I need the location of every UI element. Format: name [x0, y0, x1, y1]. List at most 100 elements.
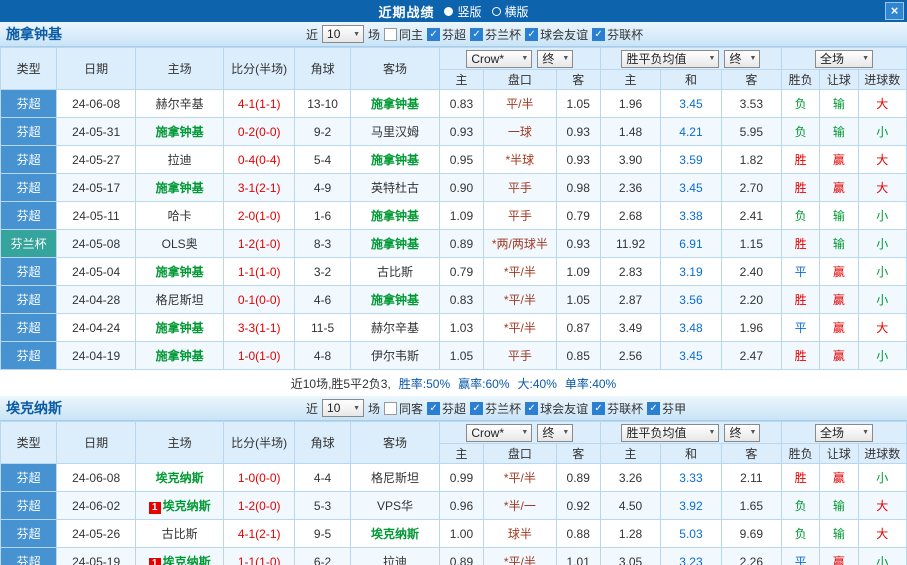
same-venue-checkbox[interactable]: 同主	[384, 26, 423, 43]
cell-date: 24-06-02	[57, 492, 136, 520]
red-card-badge: 1	[149, 558, 161, 565]
cell-score: 4-1(2-1)	[224, 520, 294, 548]
league-filter-checkbox[interactable]: ✓球会友谊	[525, 26, 588, 43]
cell-score: 4-1(1-1)	[224, 90, 294, 118]
league-filter-checkbox[interactable]: ✓芬超	[427, 26, 466, 43]
near-label: 近	[306, 400, 318, 417]
cell-avg-away: 2.40	[721, 258, 781, 286]
scope-select[interactable]: 全场▼	[815, 424, 873, 442]
cell-avg-home: 2.83	[600, 258, 660, 286]
cell-avg-home: 2.56	[600, 342, 660, 370]
chevron-down-icon: ▼	[353, 405, 360, 412]
avg-odds-select[interactable]: 胜平负均值▼	[621, 50, 719, 68]
same-venue-checkbox[interactable]: 同客	[384, 400, 423, 417]
odds-time-select[interactable]: 终▼	[537, 50, 573, 68]
team-name: 哈卡	[168, 209, 192, 223]
league-filter-checkbox[interactable]: ✓芬联杯	[592, 26, 643, 43]
bookmaker-select[interactable]: Crow*▼	[466, 50, 532, 68]
league-filter-checkbox[interactable]: ✓球会友谊	[525, 400, 588, 417]
cell-score: 0-2(0-0)	[224, 118, 294, 146]
col-goals: 进球数	[858, 444, 906, 464]
cell-odds-away: 0.79	[556, 202, 600, 230]
cell-league: 芬超	[1, 258, 57, 286]
close-button[interactable]: ×	[885, 2, 904, 20]
cell-score: 1-0(1-0)	[224, 342, 294, 370]
cell-handicap: *平/半	[484, 548, 556, 565]
cell-odds-away: 0.87	[556, 314, 600, 342]
layout-radio-vertical[interactable]: 竖版	[444, 3, 481, 20]
avg-odds-select[interactable]: 胜平负均值▼	[621, 424, 719, 442]
league-filters: ✓芬超✓芬兰杯✓球会友谊✓芬联杯	[427, 26, 643, 43]
team-name: 施拿钟基	[371, 97, 419, 111]
team1-title: 施拿钟基	[6, 24, 306, 44]
summary-single-rate: 单率:40%	[565, 375, 616, 392]
matches-table-team1: 类型 日期 主场 比分(半场) 角球 客场 Crow*▼ 终▼ 胜平负均值▼ 终…	[0, 47, 907, 370]
cell-corner: 5-4	[294, 146, 350, 174]
cell-result-goals: 大	[858, 520, 906, 548]
league-filter-checkbox[interactable]: ✓芬兰杯	[470, 26, 521, 43]
avg-time-select[interactable]: 终▼	[724, 50, 760, 68]
cell-avg-draw: 3.45	[661, 342, 721, 370]
bookmaker-select[interactable]: Crow*▼	[466, 424, 532, 442]
league-filter-label: 芬超	[442, 26, 466, 43]
col-handicap: 盘口	[484, 444, 556, 464]
team-name: 施拿钟基	[371, 209, 419, 223]
cell-result-winloss: 负	[782, 90, 820, 118]
col-odds-home: 主	[439, 444, 483, 464]
cell-result-goals: 大	[858, 90, 906, 118]
cell-date: 24-05-08	[57, 230, 136, 258]
cell-score: 0-1(0-0)	[224, 286, 294, 314]
match-row: 芬兰杯24-05-08OLS奥1-2(1-0)8-3施拿钟基0.89*两/两球半…	[1, 230, 907, 258]
cell-avg-away: 2.47	[721, 342, 781, 370]
cell-odds-away: 0.93	[556, 146, 600, 174]
cell-result-goals: 小	[858, 342, 906, 370]
cell-result-winloss: 负	[782, 118, 820, 146]
cell-date: 24-04-24	[57, 314, 136, 342]
league-filter-checkbox[interactable]: ✓芬联杯	[592, 400, 643, 417]
avg-time-select[interactable]: 终▼	[724, 424, 760, 442]
cell-result-goals: 小	[858, 464, 906, 492]
layout-radio-horizontal[interactable]: 横版	[492, 3, 529, 20]
cell-home-team: 1埃克纳斯	[135, 492, 224, 520]
cell-avg-home: 3.26	[600, 464, 660, 492]
team-name: 拉迪	[168, 153, 192, 167]
league-filter-checkbox[interactable]: ✓芬超	[427, 400, 466, 417]
league-filter-checkbox[interactable]: ✓芬兰杯	[470, 400, 521, 417]
col-corner: 角球	[294, 422, 350, 464]
chevron-down-icon: ▼	[750, 429, 757, 436]
cell-odds-home: 1.00	[439, 520, 483, 548]
cell-avg-draw: 3.59	[661, 146, 721, 174]
cell-league: 芬超	[1, 314, 57, 342]
cell-result-winloss: 胜	[782, 464, 820, 492]
cell-home-team: 格尼斯坦	[135, 286, 224, 314]
table-body-team2: 芬超24-06-08埃克纳斯1-0(0-0)4-4格尼斯坦0.99*平/半0.8…	[1, 464, 907, 565]
cell-result-handicap: 输	[820, 492, 858, 520]
league-filter-checkbox[interactable]: ✓芬甲	[647, 400, 686, 417]
league-filter-label: 芬联杯	[607, 400, 643, 417]
match-row: 芬超24-04-28格尼斯坦0-1(0-0)4-6施拿钟基0.83*平/半1.0…	[1, 286, 907, 314]
cell-home-team: 施拿钟基	[135, 258, 224, 286]
cell-handicap: 平手	[484, 174, 556, 202]
red-card-badge: 1	[149, 502, 161, 514]
cell-result-goals: 小	[858, 286, 906, 314]
cell-odds-home: 0.99	[439, 464, 483, 492]
cell-odds-home: 1.03	[439, 314, 483, 342]
scope-select[interactable]: 全场▼	[815, 50, 873, 68]
cell-odds-home: 0.93	[439, 118, 483, 146]
cell-corner: 3-2	[294, 258, 350, 286]
section-header-team2: 埃克纳斯 近 10▼ 场 同客 ✓芬超✓芬兰杯✓球会友谊✓芬联杯✓芬甲	[0, 396, 907, 421]
radio-horizontal-label: 横版	[505, 3, 529, 20]
match-count-select[interactable]: 10▼	[322, 399, 364, 417]
cell-odds-away: 0.89	[556, 464, 600, 492]
checkbox-unchecked-icon	[384, 28, 397, 41]
cell-handicap: *平/半	[484, 314, 556, 342]
odds-group-header: Crow*▼ 终▼	[439, 422, 600, 444]
filter-bar-team2: 近 10▼ 场 同客 ✓芬超✓芬兰杯✓球会友谊✓芬联杯✓芬甲	[306, 399, 686, 417]
cell-away-team: VPS华	[351, 492, 440, 520]
odds-time-select[interactable]: 终▼	[537, 424, 573, 442]
cell-score: 3-3(1-1)	[224, 314, 294, 342]
chevron-down-icon: ▼	[862, 429, 869, 436]
match-count-select[interactable]: 10▼	[322, 25, 364, 43]
same-venue-label: 同客	[399, 400, 423, 417]
cell-league: 芬超	[1, 174, 57, 202]
